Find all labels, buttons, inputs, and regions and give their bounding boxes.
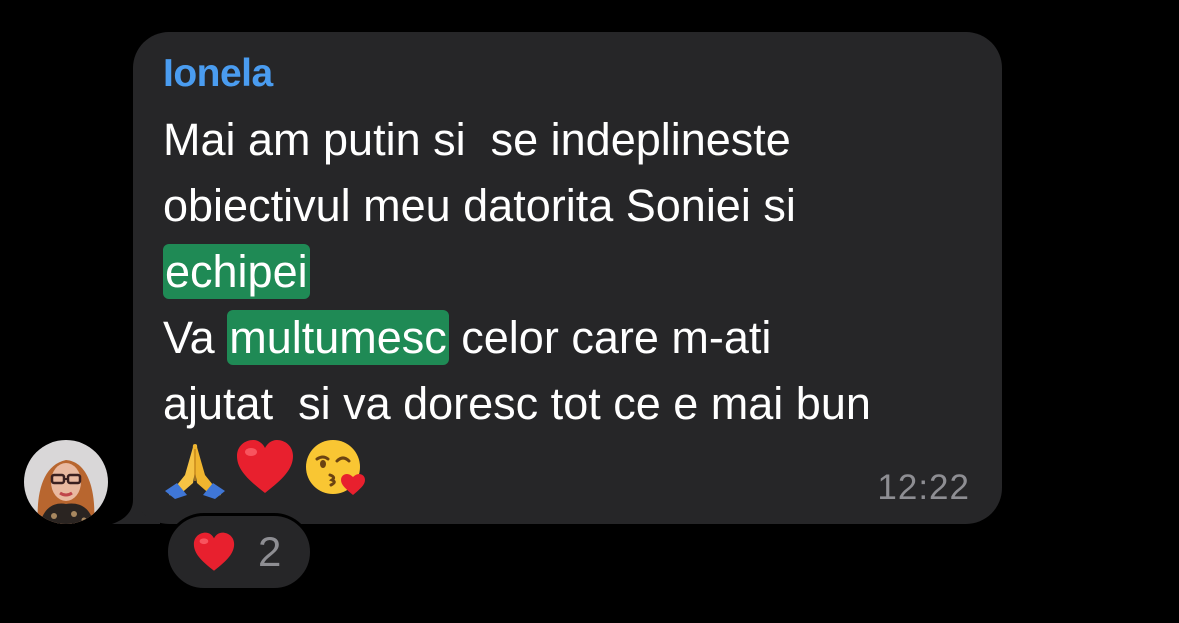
message-line: ajutat si va doresc tot ce e mai bun bbox=[163, 371, 871, 437]
message-text: celor care m-ati bbox=[448, 312, 772, 363]
message-bubble[interactable]: Ionela Mai am putin si se indeplineste o… bbox=[133, 32, 1002, 524]
message-line: echipei bbox=[163, 239, 310, 305]
message-timestamp: 12:22 bbox=[877, 468, 970, 507]
sender-avatar[interactable] bbox=[24, 440, 108, 524]
emoji-row bbox=[163, 434, 367, 500]
avatar-photo bbox=[24, 440, 108, 524]
red-heart-emoji bbox=[193, 532, 235, 571]
sender-name[interactable]: Ionela bbox=[163, 52, 273, 96]
message-text: Mai am putin si se indeplineste bbox=[163, 114, 791, 165]
face-blowing-kiss-emoji bbox=[306, 440, 365, 495]
highlighted-word: multumesc bbox=[227, 310, 449, 365]
message-text: Va bbox=[163, 312, 228, 363]
message-line: Va multumesc celor care m-ati bbox=[163, 305, 771, 371]
message-text: ajutat si va doresc tot ce e mai bun bbox=[163, 378, 871, 429]
highlighted-word: echipei bbox=[163, 244, 310, 299]
message-text: obiectivul meu datorita Soniei si bbox=[163, 180, 796, 231]
message-line: obiectivul meu datorita Soniei si bbox=[163, 173, 796, 239]
reaction-pill[interactable]: 2 bbox=[165, 513, 313, 591]
folded-hands-emoji bbox=[165, 444, 225, 499]
red-heart-emoji bbox=[237, 440, 293, 493]
reaction-count: 2 bbox=[258, 528, 282, 575]
message-line: Mai am putin si se indeplineste bbox=[163, 107, 791, 173]
